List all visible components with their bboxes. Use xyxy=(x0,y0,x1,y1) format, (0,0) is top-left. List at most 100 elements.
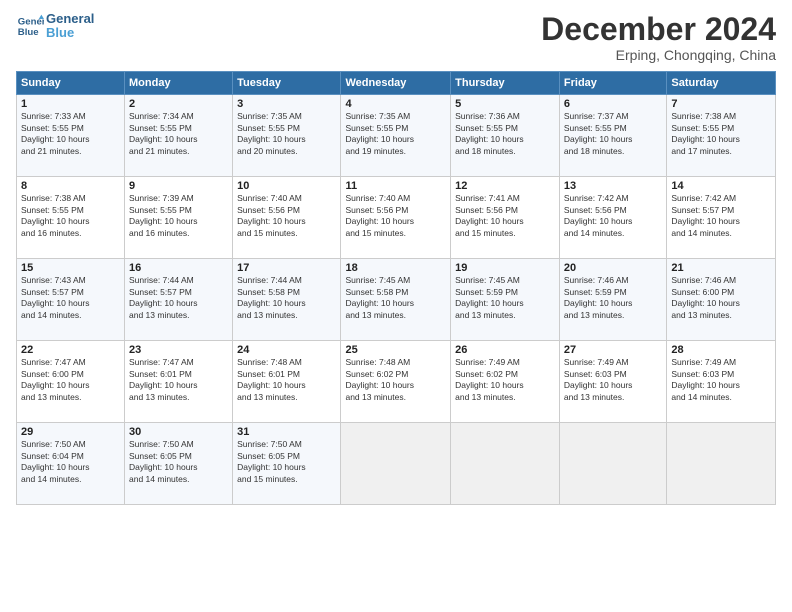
calendar-day-cell: 27Sunrise: 7:49 AM Sunset: 6:03 PM Dayli… xyxy=(559,341,666,423)
day-info: Sunrise: 7:34 AM Sunset: 5:55 PM Dayligh… xyxy=(129,111,228,157)
calendar-day-cell: 5Sunrise: 7:36 AM Sunset: 5:55 PM Daylig… xyxy=(451,95,560,177)
day-info: Sunrise: 7:47 AM Sunset: 6:01 PM Dayligh… xyxy=(129,357,228,403)
calendar-day-cell: 1Sunrise: 7:33 AM Sunset: 5:55 PM Daylig… xyxy=(17,95,125,177)
day-number: 5 xyxy=(455,98,555,110)
calendar-day-cell: 17Sunrise: 7:44 AM Sunset: 5:58 PM Dayli… xyxy=(233,259,341,341)
header: General Blue General Blue December 2024 … xyxy=(16,12,776,63)
calendar-day-cell: 28Sunrise: 7:49 AM Sunset: 6:03 PM Dayli… xyxy=(667,341,776,423)
day-number: 11 xyxy=(345,180,446,192)
day-number: 12 xyxy=(455,180,555,192)
weekday-header-cell: Monday xyxy=(125,72,233,95)
day-number: 31 xyxy=(237,426,336,438)
calendar-table: SundayMondayTuesdayWednesdayThursdayFrid… xyxy=(16,71,776,505)
calendar-day-cell: 4Sunrise: 7:35 AM Sunset: 5:55 PM Daylig… xyxy=(341,95,451,177)
day-number: 19 xyxy=(455,262,555,274)
calendar-day-cell xyxy=(559,423,666,505)
calendar-container: General Blue General Blue December 2024 … xyxy=(0,0,792,612)
location: Erping, Chongqing, China xyxy=(541,47,776,63)
day-info: Sunrise: 7:39 AM Sunset: 5:55 PM Dayligh… xyxy=(129,193,228,239)
calendar-day-cell: 3Sunrise: 7:35 AM Sunset: 5:55 PM Daylig… xyxy=(233,95,341,177)
calendar-day-cell: 11Sunrise: 7:40 AM Sunset: 5:56 PM Dayli… xyxy=(341,177,451,259)
day-number: 6 xyxy=(564,98,662,110)
calendar-day-cell: 18Sunrise: 7:45 AM Sunset: 5:58 PM Dayli… xyxy=(341,259,451,341)
day-info: Sunrise: 7:49 AM Sunset: 6:03 PM Dayligh… xyxy=(671,357,771,403)
day-number: 20 xyxy=(564,262,662,274)
day-info: Sunrise: 7:33 AM Sunset: 5:55 PM Dayligh… xyxy=(21,111,120,157)
day-info: Sunrise: 7:35 AM Sunset: 5:55 PM Dayligh… xyxy=(345,111,446,157)
day-number: 18 xyxy=(345,262,446,274)
day-number: 29 xyxy=(21,426,120,438)
day-number: 9 xyxy=(129,180,228,192)
day-info: Sunrise: 7:38 AM Sunset: 5:55 PM Dayligh… xyxy=(671,111,771,157)
calendar-day-cell: 24Sunrise: 7:48 AM Sunset: 6:01 PM Dayli… xyxy=(233,341,341,423)
day-info: Sunrise: 7:44 AM Sunset: 5:57 PM Dayligh… xyxy=(129,275,228,321)
day-info: Sunrise: 7:46 AM Sunset: 5:59 PM Dayligh… xyxy=(564,275,662,321)
calendar-day-cell: 2Sunrise: 7:34 AM Sunset: 5:55 PM Daylig… xyxy=(125,95,233,177)
calendar-day-cell: 15Sunrise: 7:43 AM Sunset: 5:57 PM Dayli… xyxy=(17,259,125,341)
calendar-day-cell: 9Sunrise: 7:39 AM Sunset: 5:55 PM Daylig… xyxy=(125,177,233,259)
calendar-day-cell xyxy=(451,423,560,505)
calendar-week-row: 22Sunrise: 7:47 AM Sunset: 6:00 PM Dayli… xyxy=(17,341,776,423)
day-number: 23 xyxy=(129,344,228,356)
day-number: 7 xyxy=(671,98,771,110)
day-info: Sunrise: 7:45 AM Sunset: 5:58 PM Dayligh… xyxy=(345,275,446,321)
calendar-day-cell: 21Sunrise: 7:46 AM Sunset: 6:00 PM Dayli… xyxy=(667,259,776,341)
day-info: Sunrise: 7:49 AM Sunset: 6:02 PM Dayligh… xyxy=(455,357,555,403)
calendar-day-cell: 8Sunrise: 7:38 AM Sunset: 5:55 PM Daylig… xyxy=(17,177,125,259)
day-number: 2 xyxy=(129,98,228,110)
calendar-day-cell: 12Sunrise: 7:41 AM Sunset: 5:56 PM Dayli… xyxy=(451,177,560,259)
calendar-day-cell xyxy=(341,423,451,505)
calendar-day-cell: 19Sunrise: 7:45 AM Sunset: 5:59 PM Dayli… xyxy=(451,259,560,341)
calendar-day-cell: 14Sunrise: 7:42 AM Sunset: 5:57 PM Dayli… xyxy=(667,177,776,259)
day-number: 4 xyxy=(345,98,446,110)
day-info: Sunrise: 7:38 AM Sunset: 5:55 PM Dayligh… xyxy=(21,193,120,239)
day-info: Sunrise: 7:49 AM Sunset: 6:03 PM Dayligh… xyxy=(564,357,662,403)
calendar-week-row: 8Sunrise: 7:38 AM Sunset: 5:55 PM Daylig… xyxy=(17,177,776,259)
calendar-day-cell xyxy=(667,423,776,505)
logo-text-line2: Blue xyxy=(46,26,94,40)
day-number: 24 xyxy=(237,344,336,356)
calendar-day-cell: 25Sunrise: 7:48 AM Sunset: 6:02 PM Dayli… xyxy=(341,341,451,423)
weekday-header-cell: Saturday xyxy=(667,72,776,95)
day-info: Sunrise: 7:35 AM Sunset: 5:55 PM Dayligh… xyxy=(237,111,336,157)
day-info: Sunrise: 7:45 AM Sunset: 5:59 PM Dayligh… xyxy=(455,275,555,321)
calendar-day-cell: 20Sunrise: 7:46 AM Sunset: 5:59 PM Dayli… xyxy=(559,259,666,341)
calendar-day-cell: 6Sunrise: 7:37 AM Sunset: 5:55 PM Daylig… xyxy=(559,95,666,177)
day-number: 25 xyxy=(345,344,446,356)
weekday-header-cell: Tuesday xyxy=(233,72,341,95)
day-info: Sunrise: 7:47 AM Sunset: 6:00 PM Dayligh… xyxy=(21,357,120,403)
day-info: Sunrise: 7:41 AM Sunset: 5:56 PM Dayligh… xyxy=(455,193,555,239)
title-block: December 2024 Erping, Chongqing, China xyxy=(541,12,776,63)
month-title: December 2024 xyxy=(541,12,776,47)
weekday-header-row: SundayMondayTuesdayWednesdayThursdayFrid… xyxy=(17,72,776,95)
day-number: 10 xyxy=(237,180,336,192)
day-number: 17 xyxy=(237,262,336,274)
calendar-day-cell: 16Sunrise: 7:44 AM Sunset: 5:57 PM Dayli… xyxy=(125,259,233,341)
day-info: Sunrise: 7:37 AM Sunset: 5:55 PM Dayligh… xyxy=(564,111,662,157)
day-number: 13 xyxy=(564,180,662,192)
calendar-day-cell: 31Sunrise: 7:50 AM Sunset: 6:05 PM Dayli… xyxy=(233,423,341,505)
weekday-header-cell: Wednesday xyxy=(341,72,451,95)
day-info: Sunrise: 7:50 AM Sunset: 6:04 PM Dayligh… xyxy=(21,439,120,485)
weekday-header-cell: Sunday xyxy=(17,72,125,95)
day-number: 16 xyxy=(129,262,228,274)
day-info: Sunrise: 7:42 AM Sunset: 5:57 PM Dayligh… xyxy=(671,193,771,239)
day-info: Sunrise: 7:44 AM Sunset: 5:58 PM Dayligh… xyxy=(237,275,336,321)
day-info: Sunrise: 7:36 AM Sunset: 5:55 PM Dayligh… xyxy=(455,111,555,157)
day-info: Sunrise: 7:48 AM Sunset: 6:02 PM Dayligh… xyxy=(345,357,446,403)
day-number: 3 xyxy=(237,98,336,110)
day-info: Sunrise: 7:40 AM Sunset: 5:56 PM Dayligh… xyxy=(345,193,446,239)
day-number: 1 xyxy=(21,98,120,110)
calendar-week-row: 15Sunrise: 7:43 AM Sunset: 5:57 PM Dayli… xyxy=(17,259,776,341)
day-number: 8 xyxy=(21,180,120,192)
logo-text-line1: General xyxy=(46,12,94,26)
calendar-day-cell: 29Sunrise: 7:50 AM Sunset: 6:04 PM Dayli… xyxy=(17,423,125,505)
day-info: Sunrise: 7:48 AM Sunset: 6:01 PM Dayligh… xyxy=(237,357,336,403)
calendar-day-cell: 13Sunrise: 7:42 AM Sunset: 5:56 PM Dayli… xyxy=(559,177,666,259)
day-number: 28 xyxy=(671,344,771,356)
calendar-day-cell: 23Sunrise: 7:47 AM Sunset: 6:01 PM Dayli… xyxy=(125,341,233,423)
day-number: 30 xyxy=(129,426,228,438)
calendar-week-row: 29Sunrise: 7:50 AM Sunset: 6:04 PM Dayli… xyxy=(17,423,776,505)
calendar-day-cell: 22Sunrise: 7:47 AM Sunset: 6:00 PM Dayli… xyxy=(17,341,125,423)
calendar-day-cell: 7Sunrise: 7:38 AM Sunset: 5:55 PM Daylig… xyxy=(667,95,776,177)
